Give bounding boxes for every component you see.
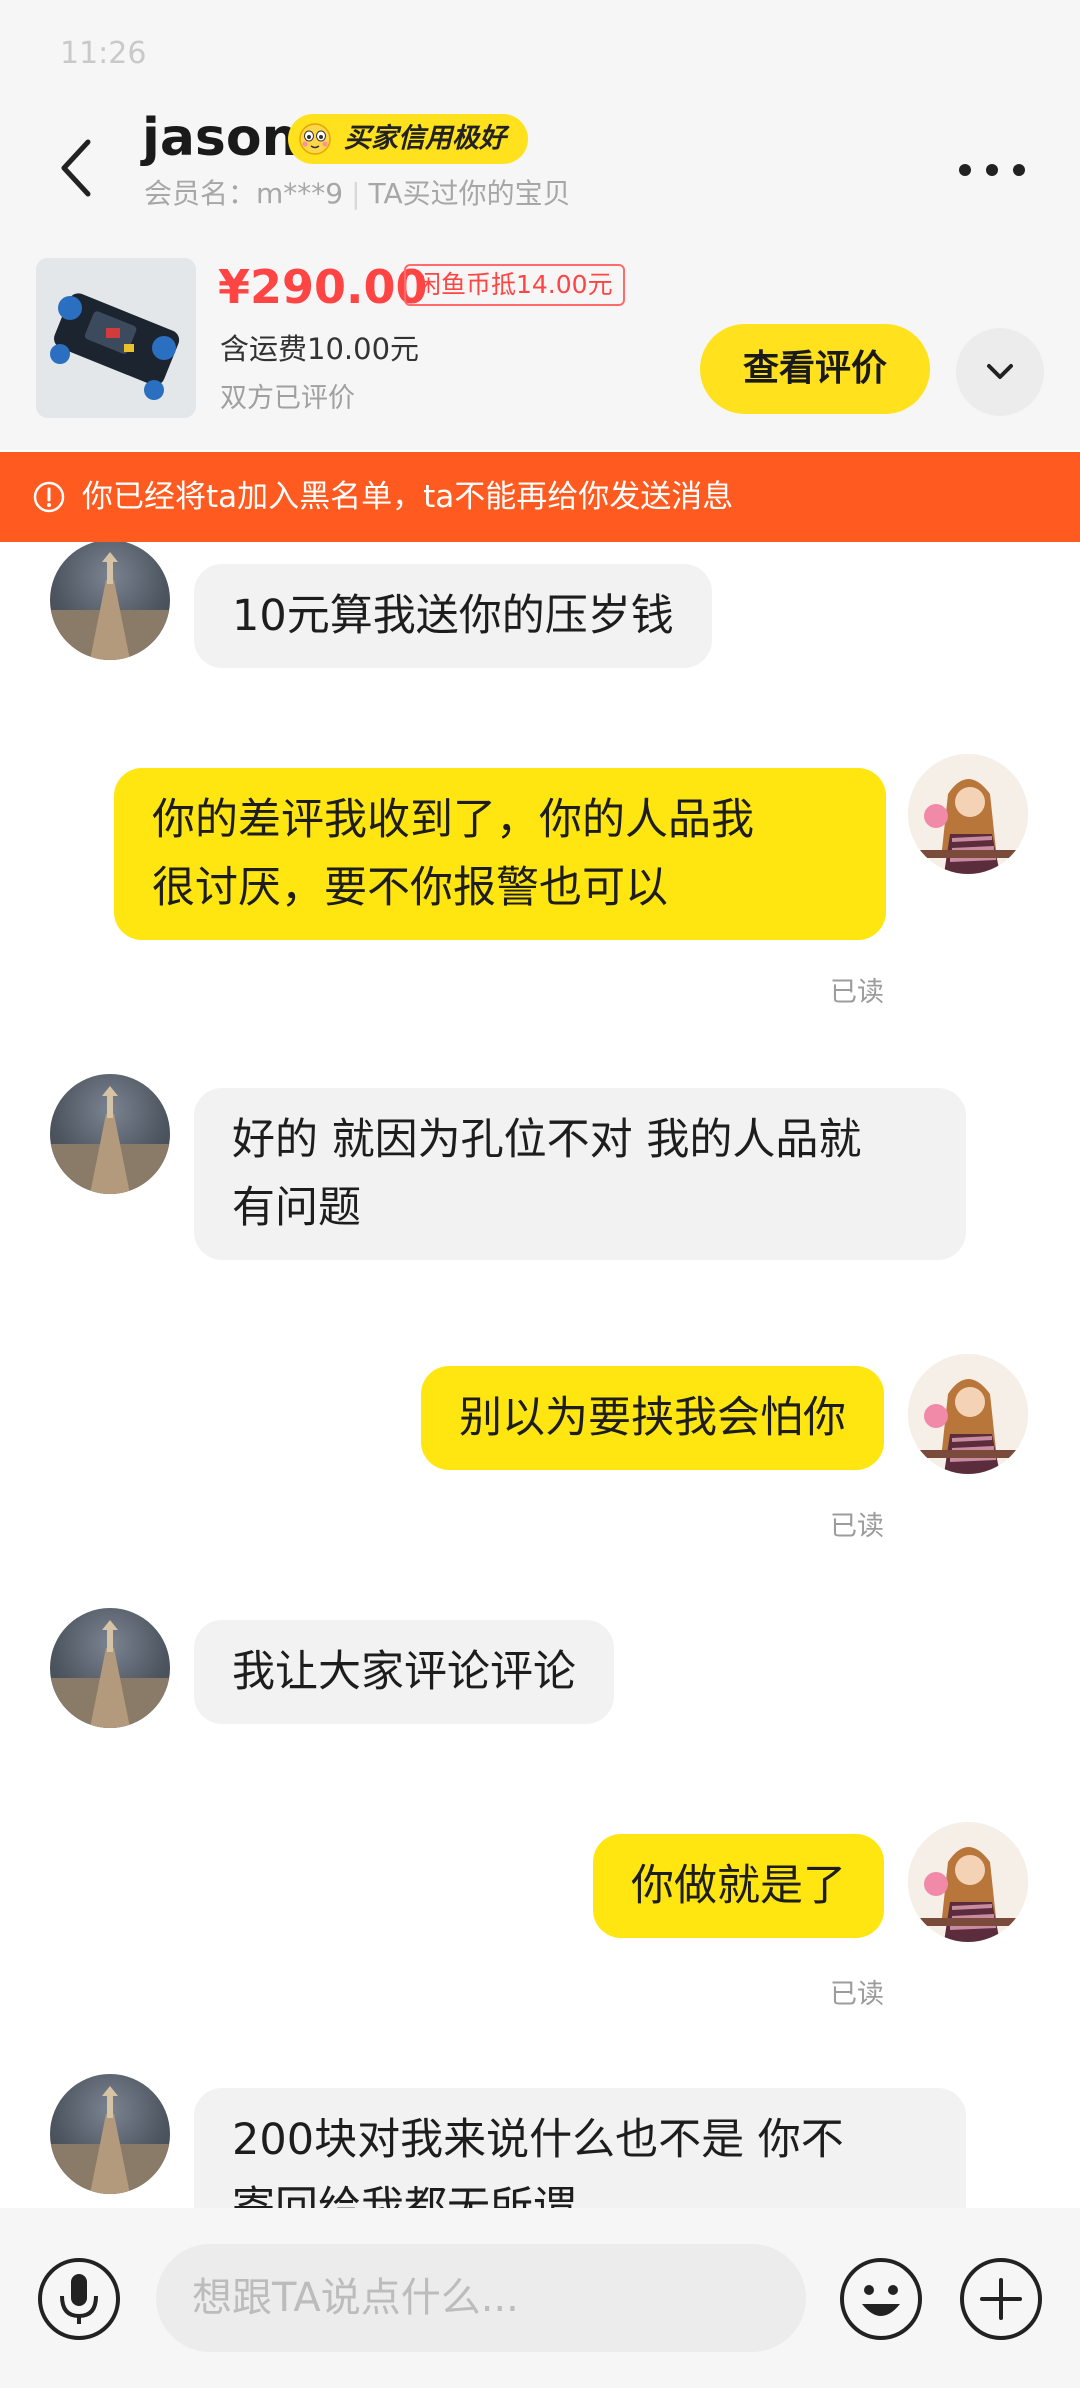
chevron-left-icon (61, 139, 91, 197)
message-input[interactable] (156, 2244, 806, 2352)
message-bubble-sent[interactable]: 你做就是了 (593, 1834, 884, 1938)
product-price: ¥290.00 (218, 260, 428, 314)
my-avatar[interactable] (908, 754, 1028, 874)
view-review-button[interactable]: 查看评价 (700, 324, 930, 414)
shipping-fee: 含运费10.00元 (220, 332, 420, 366)
voice-button[interactable] (36, 2256, 122, 2342)
message-bubble-received[interactable]: 200块对我来说什么也不是 你不 寄回给我都无所谓 (194, 2088, 966, 2208)
contact-avatar[interactable] (50, 542, 170, 660)
statue-avatar-image (50, 552, 170, 660)
cartoon-girl-avatar-image (908, 1354, 1028, 1474)
message-bubble-received[interactable]: 10元算我送你的压岁钱 (194, 564, 712, 668)
read-receipt: 已读 (830, 1511, 884, 1542)
message-list[interactable]: 10元算我送你的压岁钱 你的差评我收到了，你的人品我 很讨厌，要不你报警也可以 … (0, 542, 1080, 2208)
message-composer (0, 2208, 1080, 2388)
smiley-icon (840, 2258, 922, 2340)
microphone-icon (38, 2258, 120, 2340)
rc-car-image (36, 258, 196, 418)
contact-name[interactable]: jason (142, 108, 299, 168)
cartoon-girl-avatar-image (908, 1822, 1028, 1942)
divider: | (351, 177, 361, 210)
contact-avatar[interactable] (50, 1608, 170, 1728)
message-bubble-received[interactable]: 我让大家评论评论 (194, 1620, 614, 1724)
credit-badge: 买家信用极好 (288, 114, 528, 164)
statue-avatar-image (50, 2086, 170, 2194)
chevron-down-icon (987, 364, 1013, 379)
cartoon-girl-avatar-image (908, 754, 1028, 874)
message-bubble-sent[interactable]: 别以为要挟我会怕你 (421, 1366, 884, 1470)
emoji-button[interactable] (838, 2256, 924, 2342)
more-button[interactable] (952, 145, 1032, 195)
contact-avatar[interactable] (50, 2074, 170, 2194)
statue-avatar-image (50, 1086, 170, 1194)
more-dots-icon (959, 164, 1025, 176)
message-bubble-received[interactable]: 好的 就因为孔位不对 我的人品就 有问题 (194, 1088, 966, 1260)
my-avatar[interactable] (908, 1822, 1028, 1942)
status-time: 11:26 (60, 36, 147, 71)
product-card: ¥290.00 闲鱼币抵14.00元 含运费10.00元 双方已评价 查看评价 (0, 250, 1080, 450)
warning-icon (33, 481, 65, 513)
expand-button[interactable] (956, 328, 1044, 416)
review-status: 双方已评价 (220, 383, 355, 414)
contact-avatar[interactable] (50, 1074, 170, 1194)
message-bubble-sent[interactable]: 你的差评我收到了，你的人品我 很讨厌，要不你报警也可以 (114, 768, 886, 940)
read-receipt: 已读 (830, 977, 884, 1008)
face-emoji-icon (299, 123, 331, 155)
blacklist-banner: 你已经将ta加入黑名单，ta不能再给你发送消息 (0, 452, 1080, 542)
statue-avatar-image (50, 1620, 170, 1728)
purchase-note: TA买过你的宝贝 (368, 177, 571, 210)
blacklist-banner-text: 你已经将ta加入黑名单，ta不能再给你发送消息 (82, 479, 734, 515)
product-thumbnail[interactable] (36, 258, 196, 418)
back-button[interactable] (48, 130, 104, 206)
credit-badge-label: 买家信用极好 (344, 123, 506, 154)
chat-header: jason 买家信用极好 会员名：m***9 | TA买过你的宝贝 (0, 90, 1080, 250)
coin-discount-tag: 闲鱼币抵14.00元 (404, 264, 625, 306)
member-name: 会员名：m***9 (144, 177, 344, 210)
my-avatar[interactable] (908, 1354, 1028, 1474)
read-receipt: 已读 (830, 1979, 884, 2010)
member-info: 会员名：m***9 | TA买过你的宝贝 (144, 172, 571, 212)
plus-icon (960, 2258, 1042, 2340)
more-actions-button[interactable] (958, 2256, 1044, 2342)
